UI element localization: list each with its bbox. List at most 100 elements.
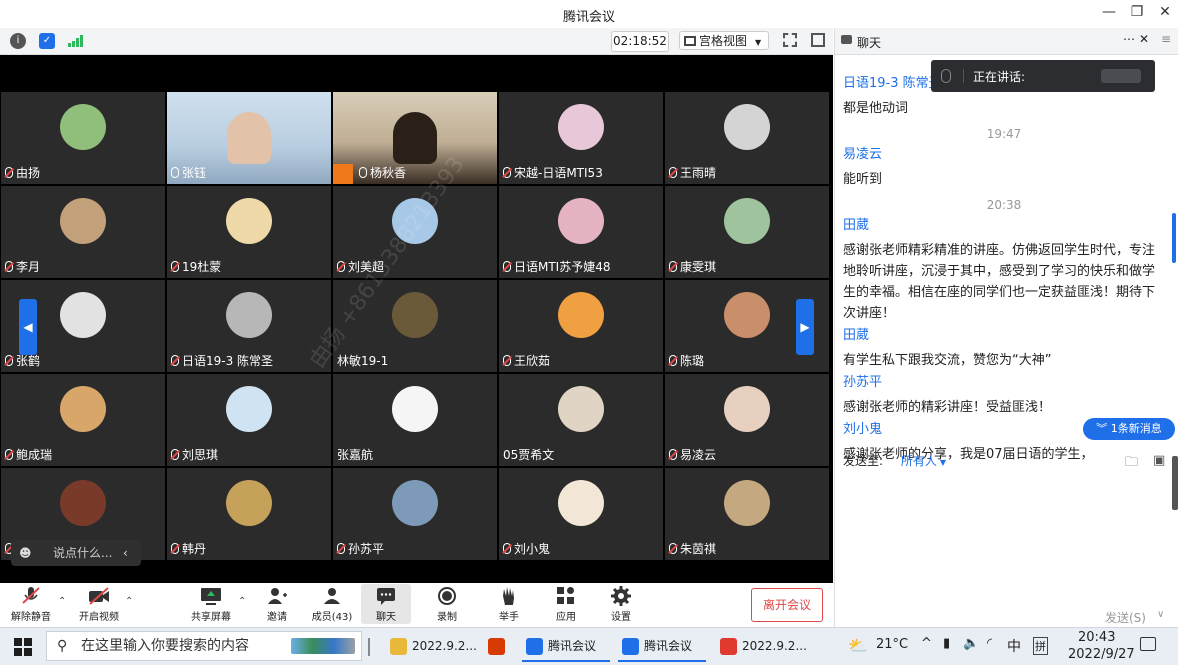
participant-tile[interactable]: 孙苏平: [333, 468, 497, 560]
invite-button[interactable]: 邀请: [252, 586, 302, 623]
members-icon: [324, 588, 340, 604]
participant-tile[interactable]: 朱茵祺: [665, 468, 829, 560]
emoji-icon[interactable]: ☻: [19, 540, 32, 566]
participant-tile[interactable]: 05贾希文: [499, 374, 663, 466]
mic-muted-icon: [22, 587, 40, 604]
participant-tile[interactable]: 李月: [1, 186, 165, 278]
taskbar-search-placeholder: 在这里输入你要搜索的内容: [81, 638, 249, 654]
start-video-button[interactable]: 开启视频: [74, 586, 124, 623]
apps-button[interactable]: 应用: [541, 586, 591, 623]
participant-tile[interactable]: 杨秋香: [333, 92, 497, 184]
view-mode-select[interactable]: 宫格视图 ▼: [679, 31, 769, 50]
quick-reply-input[interactable]: 说点什么...: [53, 540, 112, 566]
menu-icon[interactable]: ≡: [1161, 32, 1171, 46]
clock-time[interactable]: 20:43: [1078, 630, 1115, 645]
taskbar-search[interactable]: ⚲ 在这里输入你要搜索的内容: [46, 631, 362, 661]
chat-close-icon[interactable]: ✕: [1139, 32, 1149, 46]
send-button[interactable]: 发送(S): [1105, 609, 1146, 626]
signal-icon[interactable]: [68, 35, 84, 47]
person-silhouette: [227, 112, 271, 164]
send-to-select[interactable]: 所有人: [901, 454, 937, 468]
leave-meeting-button[interactable]: 离开会议: [751, 588, 823, 622]
participant-tile[interactable]: 康雯琪: [665, 186, 829, 278]
ime-mode[interactable]: 中: [1007, 636, 1021, 656]
clock-date[interactable]: 2022/9/27: [1068, 647, 1135, 662]
more-icon[interactable]: ⋯: [1123, 32, 1135, 46]
tencent-meeting-icon: [526, 638, 543, 655]
taskbar-app-tencent-meeting-2[interactable]: 腾讯会议: [618, 631, 706, 662]
participant-tile[interactable]: 张嘉航: [333, 374, 497, 466]
taskbar-app-wps[interactable]: 2022.9.2...: [716, 631, 807, 662]
mic-muted-icon: [669, 543, 677, 554]
task-view-icon[interactable]: [368, 638, 370, 656]
participant-tile[interactable]: 19杜蒙: [167, 186, 331, 278]
sidebar-toggle-icon[interactable]: [811, 33, 825, 47]
share-screen-button[interactable]: 共享屏幕: [186, 586, 236, 623]
chevron-up-icon[interactable]: ^: [921, 636, 932, 651]
chat-sender[interactable]: 易凌云: [843, 147, 1165, 163]
participant-tile[interactable]: 韩丹: [167, 468, 331, 560]
participant-name-text: 鲍成瑞: [16, 448, 53, 462]
weather-temp[interactable]: 21°C: [876, 637, 908, 652]
minimize-button[interactable]: —: [1094, 4, 1124, 24]
mic-muted-icon: [503, 167, 511, 178]
record-button[interactable]: 录制: [422, 586, 472, 623]
participant-tile[interactable]: 张钰: [167, 92, 331, 184]
chat-sender[interactable]: 孙苏平: [843, 375, 1165, 391]
volume-side-bar[interactable]: [1172, 456, 1178, 510]
settings-button[interactable]: 设置: [596, 586, 646, 623]
next-page-button[interactable]: ▶: [796, 299, 814, 355]
ime-pinyin[interactable]: 拼: [1033, 637, 1048, 655]
raise-hand-button[interactable]: 举手: [484, 586, 534, 623]
info-icon[interactable]: i: [10, 33, 26, 49]
new-message-button[interactable]: ︾ 1条新消息: [1083, 418, 1175, 440]
prev-page-button[interactable]: ◀: [19, 299, 37, 355]
taskbar-app-office[interactable]: [484, 631, 514, 662]
chevron-down-icon: ▼: [939, 458, 947, 467]
shield-icon[interactable]: ✓: [39, 33, 55, 49]
members-button[interactable]: 成员(43): [306, 586, 358, 623]
participant-tile[interactable]: 王欣茹: [499, 280, 663, 372]
participant-tile[interactable]: 刘思琪: [167, 374, 331, 466]
collapse-icon[interactable]: ‹: [123, 540, 128, 566]
participant-tile[interactable]: 宋越-日语MTI53: [499, 92, 663, 184]
wifi-icon[interactable]: ◜: [987, 636, 992, 651]
notification-icon[interactable]: [1140, 637, 1156, 651]
quick-reply-bar[interactable]: ☻ 说点什么... ‹: [11, 540, 141, 566]
chat-sender[interactable]: 田葳: [843, 328, 1165, 344]
mic-muted-icon: [171, 261, 179, 272]
share-options-caret[interactable]: ⌃: [238, 596, 246, 607]
speaker-icon[interactable]: 🔈: [963, 636, 979, 651]
maximize-button[interactable]: ❐: [1122, 4, 1152, 24]
meeting-timer: 02:18:52: [611, 31, 669, 52]
chat-sender[interactable]: 田葳: [843, 218, 1165, 234]
participant-tile[interactable]: 王雨晴: [665, 92, 829, 184]
mic-icon: [171, 167, 179, 178]
chat-button[interactable]: 聊天: [361, 584, 411, 624]
chat-scrollbar[interactable]: [1172, 213, 1176, 263]
unmute-button[interactable]: 解除静音: [6, 586, 56, 623]
weather-icon[interactable]: ⛅: [848, 636, 868, 655]
taskbar-app-folder[interactable]: 2022.9.2...: [386, 631, 477, 662]
participant-tile[interactable]: 易凌云: [665, 374, 829, 466]
chat-header: 聊天 ⋯ ✕ ≡: [835, 28, 1178, 55]
participant-tile[interactable]: 日语MTI苏予婕48: [499, 186, 663, 278]
participant-name: 王欣茹: [503, 352, 550, 369]
participant-tile[interactable]: 鲍成瑞: [1, 374, 165, 466]
chat-input[interactable]: [843, 472, 1171, 600]
participant-tile[interactable]: 由扬: [1, 92, 165, 184]
audio-options-caret[interactable]: ⌃: [58, 596, 66, 607]
participant-tile[interactable]: 刘小鬼: [499, 468, 663, 560]
participant-name-text: 王欣茹: [514, 354, 551, 368]
mic-muted-icon: [5, 261, 13, 272]
mic-tray-icon[interactable]: ▮: [943, 636, 950, 651]
windows-start-icon[interactable]: [14, 638, 32, 656]
person-silhouette: [393, 112, 437, 164]
record-icon: [438, 587, 456, 605]
send-options-caret[interactable]: ∨: [1157, 609, 1164, 620]
fullscreen-icon[interactable]: [783, 33, 797, 47]
screenshot-icon[interactable]: ▣: [1153, 453, 1165, 468]
close-button[interactable]: ✕: [1150, 4, 1178, 24]
taskbar-app-tencent-meeting-1[interactable]: 腾讯会议: [522, 631, 610, 662]
video-options-caret[interactable]: ⌃: [125, 596, 133, 607]
